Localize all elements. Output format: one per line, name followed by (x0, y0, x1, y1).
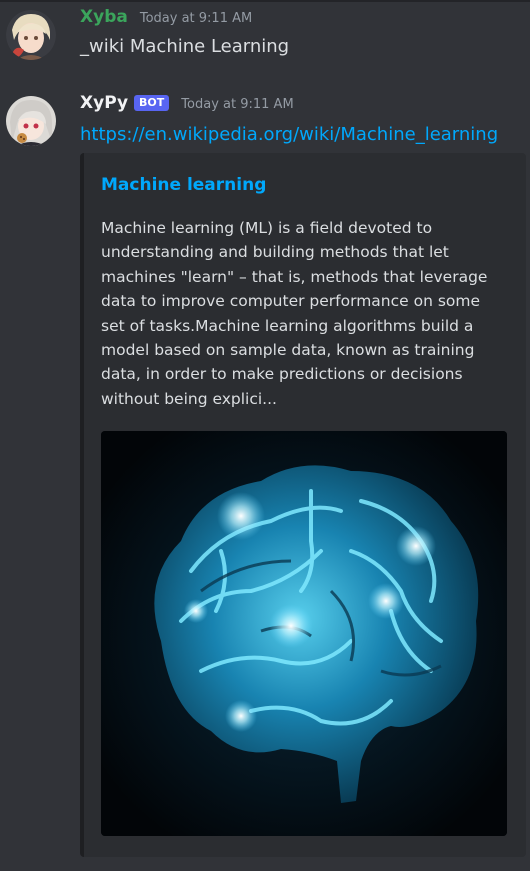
embed-description-line: data, in order to make predictions or de… (101, 365, 463, 384)
embed-image[interactable] (101, 431, 507, 836)
timestamp: Today at 9:11 AM (181, 97, 294, 112)
bot-badge: BOT (134, 95, 170, 111)
avatar-xypy[interactable] (6, 96, 56, 146)
embed-description-line: machines "learn" – that is, methods that… (101, 267, 488, 286)
embed-description-line: understanding and building methods that … (101, 243, 449, 262)
glowing-brain-image (101, 431, 507, 836)
username[interactable]: Xyba (80, 7, 128, 27)
embed-title-link[interactable]: Machine learning (101, 175, 266, 195)
message-text: _wiki Machine Learning (80, 36, 290, 57)
embed-description-line: Machine learning (ML) is a field devoted… (101, 219, 433, 237)
link-embed: Machine learning Machine learning (ML) i… (80, 153, 526, 857)
embed-description-line: without being explici... (101, 389, 277, 408)
wikipedia-link[interactable]: https://en.wikipedia.org/wiki/Machine_le… (80, 124, 498, 145)
top-divider (0, 0, 530, 2)
timestamp: Today at 9:11 AM (139, 11, 253, 26)
avatar-xyba-icon (6, 10, 56, 60)
embed-description-line: data to improve computer performance on … (101, 292, 481, 311)
embed-description: Machine learning (ML) is a field devoted… (101, 216, 511, 411)
embed-description-line: set of tasks.Machine learning algorithms… (101, 316, 474, 335)
embed-description-line: model based on sample data, known as tra… (101, 341, 475, 360)
avatar-xypy-icon (6, 96, 56, 146)
message-content: https://en.wikipedia.org/wiki/Machine_le… (80, 124, 498, 145)
username[interactable]: XyPy (80, 93, 128, 113)
avatar-xyba[interactable] (6, 10, 56, 60)
